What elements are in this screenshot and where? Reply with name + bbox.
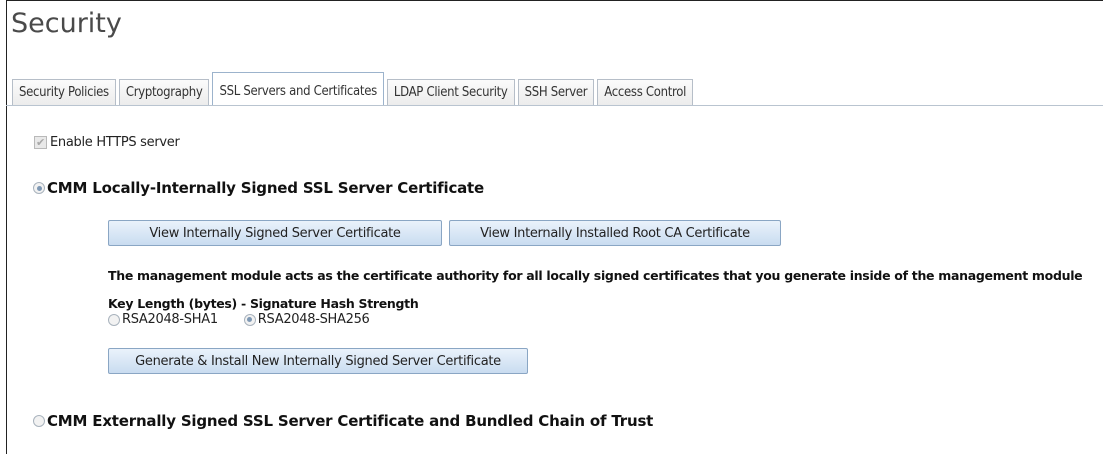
radio-selected-icon xyxy=(36,185,42,191)
external-cert-radio[interactable] xyxy=(33,415,45,427)
page-title: Security xyxy=(11,8,122,39)
tab-label: SSH Server xyxy=(524,85,588,100)
internal-cert-row: CMM Locally-Internally Signed SSL Server… xyxy=(33,179,484,197)
internal-cert-description: The management module acts as the certif… xyxy=(108,268,1083,283)
enable-https-label: Enable HTTPS server xyxy=(50,135,180,150)
tab-label: Security Policies xyxy=(19,85,109,100)
tab-security-policies[interactable]: Security Policies xyxy=(12,79,116,105)
radio-selected-icon xyxy=(247,317,253,322)
checkmark-icon: ✔ xyxy=(36,136,45,149)
view-root-ca-cert-button[interactable]: View Internally Installed Root CA Certif… xyxy=(449,220,781,246)
https-row: ✔ Enable HTTPS server xyxy=(34,135,180,150)
tab-label: Cryptography xyxy=(125,85,203,100)
generate-install-cert-button[interactable]: Generate & Install New Internally Signed… xyxy=(108,348,528,374)
external-cert-heading: CMM Externally Signed SSL Server Certifi… xyxy=(47,412,654,430)
enable-https-checkbox[interactable]: ✔ xyxy=(34,136,47,149)
view-internal-server-cert-button[interactable]: View Internally Signed Server Certificat… xyxy=(108,220,442,246)
tab-label: Access Control xyxy=(604,85,687,100)
key-length-options: RSA2048-SHA1 RSA2048-SHA256 xyxy=(108,312,396,327)
tab-label: SSL Servers and Certificates xyxy=(219,83,377,99)
rsa2048-sha1-label: RSA2048-SHA1 xyxy=(122,312,218,327)
internal-cert-radio[interactable] xyxy=(33,182,45,194)
tab-divider xyxy=(6,105,1103,106)
tab-cryptography[interactable]: Cryptography xyxy=(118,79,210,105)
tab-ssh-server[interactable]: SSH Server xyxy=(517,79,595,105)
tab-access-control[interactable]: Access Control xyxy=(597,79,694,105)
tab-bar: Security Policies Cryptography SSL Serve… xyxy=(12,72,696,106)
internal-cert-heading: CMM Locally-Internally Signed SSL Server… xyxy=(47,179,485,197)
key-length-label: Key Length (bytes) - Signature Hash Stre… xyxy=(108,296,419,311)
rsa2048-sha256-radio[interactable] xyxy=(243,313,256,326)
tab-label: LDAP Client Security xyxy=(393,85,508,100)
tab-ldap-client-security[interactable]: LDAP Client Security xyxy=(386,79,515,105)
rsa2048-sha1-radio[interactable] xyxy=(108,313,120,326)
key-option-rsa2048-sha256[interactable]: RSA2048-SHA256 xyxy=(243,312,370,327)
tab-ssl-servers-and-certificates[interactable]: SSL Servers and Certificates xyxy=(212,72,384,106)
key-option-rsa2048-sha1[interactable]: RSA2048-SHA1 xyxy=(108,312,218,327)
rsa2048-sha256-label: RSA2048-SHA256 xyxy=(257,312,370,327)
external-cert-row: CMM Externally Signed SSL Server Certifi… xyxy=(33,412,653,430)
